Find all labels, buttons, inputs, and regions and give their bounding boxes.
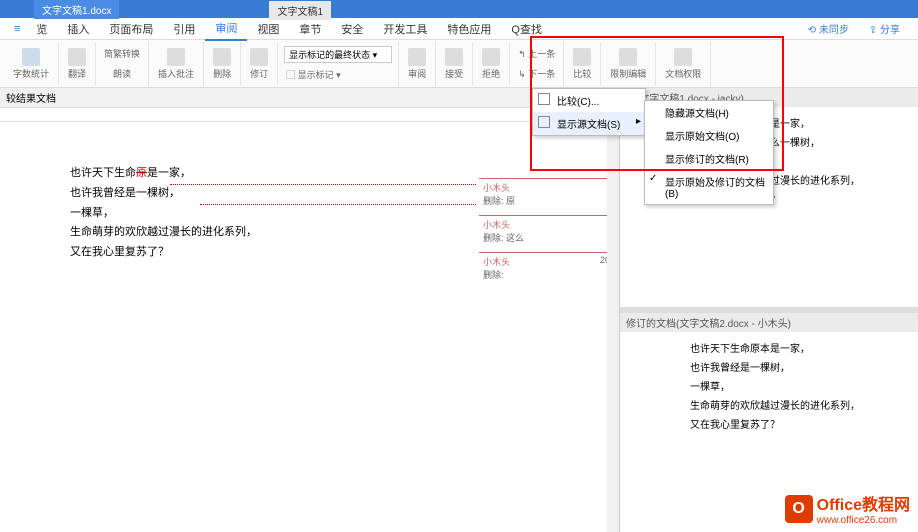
lock-icon (619, 48, 637, 66)
menu-section[interactable]: 章节 (289, 18, 331, 40)
revision-item[interactable]: 小木头 删除: 这么 (479, 215, 619, 246)
submenu-hide-source[interactable]: 隐藏源文档(H) (645, 101, 773, 124)
menu-layout[interactable]: 页面布局 (99, 18, 163, 40)
restrict-edit-button[interactable]: 限制编辑 (607, 48, 649, 80)
accept-button[interactable]: 接受 (442, 48, 466, 80)
compare-icon (573, 48, 591, 66)
watermark: O Office教程网 www.office26.com (785, 491, 910, 526)
wordcount-icon (22, 48, 40, 66)
reject-button[interactable]: 拒绝 (479, 48, 503, 80)
permission-button[interactable]: 文档权限 (662, 48, 704, 80)
scrollbar-vertical[interactable] (607, 88, 619, 532)
revision-item[interactable]: 小木头 202 删除: (479, 252, 619, 283)
reject-icon (482, 48, 500, 66)
menu-file-icon[interactable]: ≡ (8, 20, 26, 38)
menu-view[interactable]: 览 (26, 18, 57, 40)
submenu-show-both[interactable]: ✓显示原始及修订的文档(B) (645, 170, 773, 204)
wordcount-button[interactable]: 字数统计 (10, 48, 52, 80)
submenu-show-original[interactable]: 显示原始文档(O) (645, 124, 773, 147)
compare-option-icon (538, 93, 550, 105)
next-change-button[interactable]: ↳ 下一条 (516, 66, 557, 81)
ruler[interactable] (0, 108, 619, 122)
show-source-submenu: 隐藏源文档(H) 显示原始文档(O) 显示修订的文档(R) ✓显示原始及修订的文… (644, 100, 774, 205)
ribbon: 字数统计 翻译 简繁转换 朗读 插入批注 删除 修订 显示标记的最终状态 ▾ ▢… (0, 40, 918, 88)
watermark-logo: O (785, 495, 813, 523)
revision-item[interactable]: 小木头 删除: 原 (479, 178, 619, 209)
workspace: 较结果文档 也许天下生命原是一家， 也许我曾经是一棵树， 一棵草， 生命萌芽的欢… (0, 88, 918, 532)
menu-security[interactable]: 安全 (331, 18, 373, 40)
revised-doc-content[interactable]: 也许天下生命原本是一家， 也许我曾经是一棵树， 一棵草， 生命萌芽的欢欣越过漫长… (620, 332, 918, 443)
compare-result-pane: 较结果文档 也许天下生命原是一家， 也许我曾经是一棵树， 一棵草， 生命萌芽的欢… (0, 88, 620, 532)
revision-button[interactable]: 修订 (247, 48, 271, 80)
accept-icon (445, 48, 463, 66)
compare-result-document[interactable]: 也许天下生命原是一家， 也许我曾经是一棵树， 一棵草， 生命萌芽的欢欣越过漫长的… (70, 164, 470, 263)
readaloud-button[interactable]: 朗读 (111, 66, 133, 81)
reviewpane-button[interactable]: 审阅 (405, 48, 429, 80)
revision-connector (200, 204, 476, 205)
title-bar: 文字文稿1.docx 文字文稿1 (0, 0, 918, 18)
show-source-icon (538, 116, 550, 128)
doc-tab-1[interactable]: 文字文稿1.docx (34, 0, 119, 19)
comment-icon (167, 48, 185, 66)
markup-display-dropdown[interactable]: 显示标记的最终状态 ▾ (284, 46, 392, 63)
show-markup-button[interactable]: ▢ 显示标记 ▾ (284, 67, 343, 82)
menu-special[interactable]: 特色应用 (437, 18, 501, 40)
compare-button[interactable]: 比较 (570, 48, 594, 80)
menu-bar: ≡ 览 插入 页面布局 引用 审阅 视图 章节 安全 开发工具 特色应用 Q查找… (0, 18, 918, 40)
permission-icon (674, 48, 692, 66)
compare-dropdown-menu: 比较(C)... 显示源文档(S)▸ (532, 88, 646, 136)
revision-list: 小木头 删除: 原 小木头 删除: 这么 小木头 202 删除: (479, 178, 619, 289)
watermark-url: www.office26.com (817, 515, 910, 526)
menu-devtools[interactable]: 开发工具 (373, 18, 437, 40)
chevron-right-icon: ▸ (636, 116, 641, 127)
share-button[interactable]: ⇪ 分享 (859, 18, 910, 39)
compare-menu-compare[interactable]: 比较(C)... (533, 89, 645, 112)
menu-reference[interactable]: 引用 (163, 18, 205, 40)
compare-menu-show-source[interactable]: 显示源文档(S)▸ (533, 112, 645, 135)
prev-change-button[interactable]: ↰ 上一条 (516, 46, 557, 61)
translate-button[interactable]: 翻译 (65, 48, 89, 80)
menu-insert[interactable]: 插入 (57, 18, 99, 40)
insert-comment-button[interactable]: 插入批注 (155, 48, 197, 80)
revision-connector (170, 184, 476, 185)
menu-review[interactable]: 审阅 (205, 17, 247, 41)
revised-doc-title: 修订的文档(文字文稿2.docx - 小木头) (620, 313, 918, 332)
deleted-text: 原 (136, 167, 147, 179)
delete-button[interactable]: 删除 (210, 48, 234, 80)
translate-icon (68, 48, 86, 66)
convert-button[interactable]: 简繁转换 (102, 46, 142, 61)
menu-search[interactable]: Q查找 (501, 18, 552, 40)
reviewpane-icon (408, 48, 426, 66)
revision-icon (250, 48, 268, 66)
menu-view2[interactable]: 视图 (247, 18, 289, 40)
left-pane-title: 较结果文档 (0, 88, 619, 108)
submenu-show-revised[interactable]: 显示修订的文档(R) (645, 147, 773, 170)
sync-status[interactable]: ⟲ 未同步 (798, 18, 859, 39)
check-icon: ✓ (649, 173, 657, 184)
watermark-brand: Office教程网 (817, 491, 910, 515)
delete-icon (213, 48, 231, 66)
